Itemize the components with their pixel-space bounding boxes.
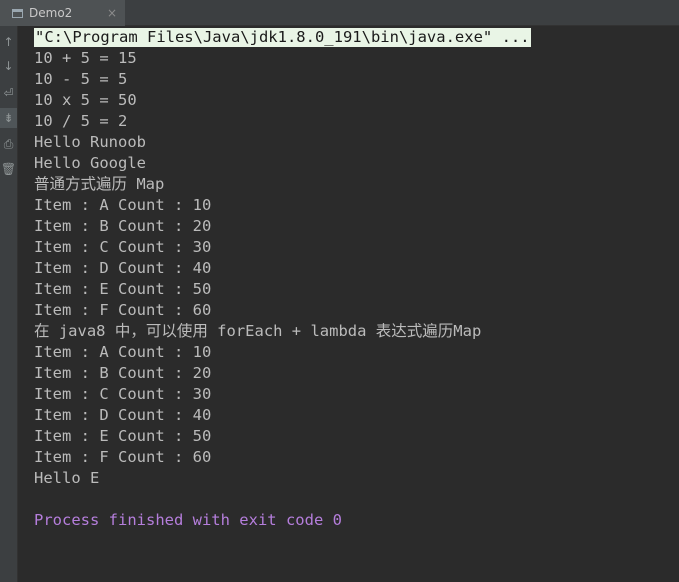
output-line: Item : C Count : 30 (34, 385, 212, 403)
output-line: Item : D Count : 40 (34, 259, 212, 277)
output-line: Item : B Count : 20 (34, 217, 212, 235)
output-line: Item : D Count : 40 (34, 406, 212, 424)
output-line: Hello Runoob (34, 133, 146, 151)
output-line: 普通方式遍历 Map (34, 175, 165, 193)
soft-wrap-icon[interactable]: ⏎ (0, 83, 17, 103)
clear-all-icon[interactable]: 🗑 (0, 159, 17, 179)
tab-bar: Demo2 × (0, 0, 679, 26)
console-toolbar: ↑ ↓ ⏎ ⇟ ⎙ 🗑 (0, 26, 18, 582)
output-line: Item : B Count : 20 (34, 364, 212, 382)
output-line: Item : A Count : 10 (34, 196, 212, 214)
close-icon[interactable]: × (107, 6, 117, 20)
output-line: Item : F Count : 60 (34, 448, 212, 466)
console-window-icon (12, 8, 23, 18)
process-finished-message: Process finished with exit code 0 (34, 511, 342, 529)
scroll-down-icon[interactable]: ↓ (0, 56, 17, 76)
tab-title: Demo2 (29, 6, 73, 20)
output-line: Hello Google (34, 154, 146, 172)
scroll-to-end-icon[interactable]: ⇟ (0, 108, 17, 128)
command-link[interactable]: "C:\Program Files\Java\jdk1.8.0_191\bin\… (34, 28, 531, 47)
command-line: "C:\Program Files\Java\jdk1.8.0_191\bin\… (34, 27, 679, 48)
output-line: 10 - 5 = 5 (34, 70, 128, 88)
output-line: 10 / 5 = 2 (34, 112, 128, 130)
output-line: 在 java8 中，可以使用 forEach + lambda 表达式遍历Map (34, 322, 482, 340)
output-line: Item : E Count : 50 (34, 427, 212, 445)
print-icon[interactable]: ⎙ (0, 134, 17, 154)
output-line: Hello E (34, 469, 100, 487)
output-line: Item : C Count : 30 (34, 238, 212, 256)
output-line: Item : F Count : 60 (34, 301, 212, 319)
output-line: Item : A Count : 10 (34, 343, 212, 361)
console-output[interactable]: "C:\Program Files\Java\jdk1.8.0_191\bin\… (34, 27, 679, 582)
output-line: 10 + 5 = 15 (34, 49, 137, 67)
output-line: Item : E Count : 50 (34, 280, 212, 298)
scroll-up-icon[interactable]: ↑ (0, 32, 17, 52)
output-line: 10 x 5 = 50 (34, 91, 137, 109)
tab-demo2[interactable]: Demo2 × (0, 0, 125, 26)
